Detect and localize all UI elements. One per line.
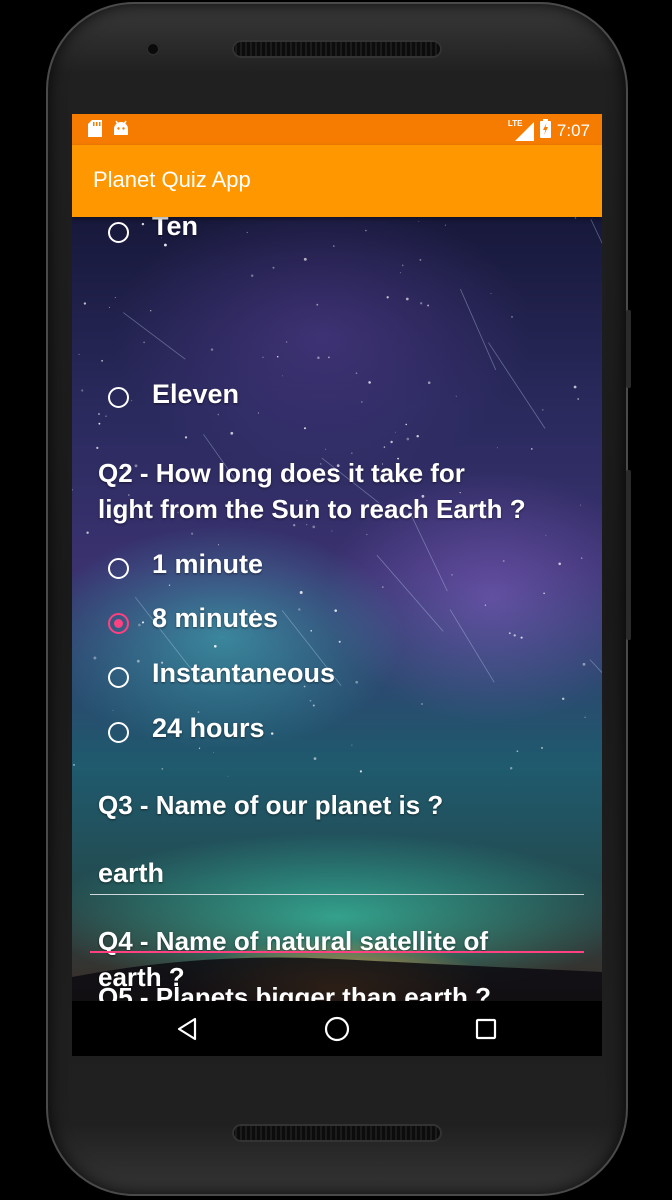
q2-option-24-hours-label[interactable]: 24 hours: [152, 713, 265, 744]
q4-question-line-2: earth ?: [98, 962, 185, 992]
q2-option-24-hours-radio[interactable]: [108, 722, 129, 743]
q2-option-8-minutes-label[interactable]: 8 minutes: [152, 603, 278, 634]
q2-option-8-minutes-radio[interactable]: [108, 613, 129, 634]
navigation-bar: [72, 1001, 602, 1056]
q3-answer-underline: [90, 894, 584, 895]
sd-card-icon: [88, 120, 102, 142]
status-bar: LTE 7:07: [72, 114, 602, 145]
q2-option-instantaneous-radio[interactable]: [108, 667, 129, 688]
q1-option-eleven-label[interactable]: Eleven: [152, 379, 239, 410]
app-title: Planet Quiz App: [93, 167, 251, 192]
android-icon: [112, 120, 130, 142]
q2-option-instantaneous-label[interactable]: Instantaneous: [152, 658, 335, 689]
network-label: LTE: [507, 118, 523, 128]
battery-charging-icon: [539, 119, 551, 143]
q1-option-ten-label[interactable]: Ten: [152, 217, 198, 242]
screen: LTE 7:07 Planet Quiz App Ten Eleven Q2 -…: [72, 114, 602, 1056]
q2-option-1-minute-label[interactable]: 1 minute: [152, 549, 263, 580]
front-camera: [146, 42, 160, 56]
q2-question-line-1: Q2 - How long does it take for: [98, 458, 465, 488]
q2-question-line-2: light from the Sun to reach Earth ?: [98, 494, 526, 524]
q3-question: Q3 - Name of our planet is ?: [98, 790, 444, 820]
recents-icon[interactable]: [472, 1015, 500, 1043]
lte-signal-icon: LTE: [508, 119, 534, 141]
q2-option-1-minute-radio[interactable]: [108, 558, 129, 579]
bottom-speaker: [232, 1124, 442, 1142]
q3-answer-input[interactable]: earth: [98, 858, 164, 889]
volume-button: [626, 470, 631, 640]
q1-option-eleven-radio[interactable]: [108, 387, 129, 408]
quiz-scroll-view[interactable]: Ten Eleven Q2 - How long does it take fo…: [72, 217, 602, 1001]
top-speaker: [232, 40, 442, 58]
power-button: [626, 310, 631, 388]
q1-option-ten-radio[interactable]: [108, 222, 129, 243]
home-icon[interactable]: [323, 1015, 351, 1043]
q4-question-line-1: Q4 - Name of natural satellite of: [98, 926, 489, 956]
app-bar: Planet Quiz App: [72, 145, 602, 217]
status-time: 7:07: [556, 121, 590, 140]
back-icon[interactable]: [173, 1015, 201, 1043]
